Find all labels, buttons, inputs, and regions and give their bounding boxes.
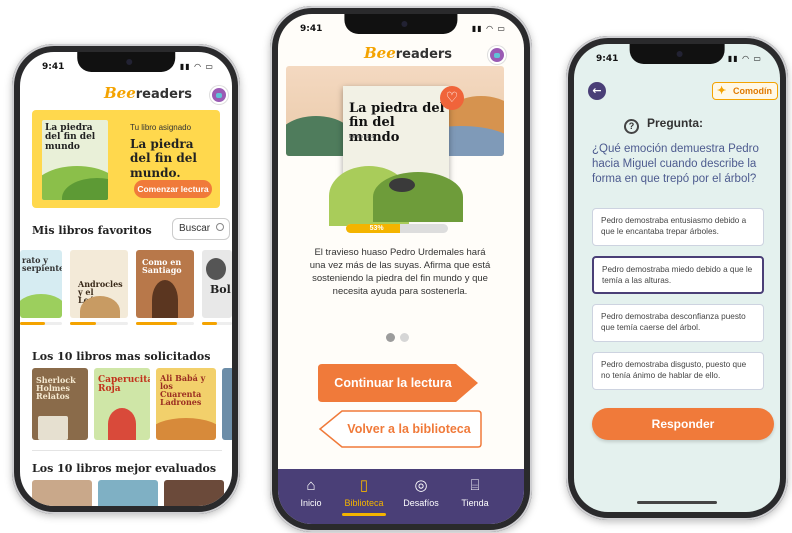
status-time: 9:41 xyxy=(596,54,619,64)
home-icon: ⌂ xyxy=(306,477,316,494)
notch xyxy=(77,52,175,72)
beereaders-logo: Beereaders xyxy=(364,44,453,62)
beereaders-logo: Beereaders xyxy=(104,84,193,102)
book-cover-author: Ramón Laval xyxy=(349,134,375,139)
quiz-screen: 9:41 ▮▮ ◠ ▭ ← ✦ Comodín ? Pregunta: ¿Qué e… xyxy=(574,44,780,512)
tab-tienda[interactable]: ⌸ Tienda xyxy=(450,477,500,508)
assigned-title: La piedra del fin del mundo. xyxy=(130,137,197,180)
answer-option[interactable]: Pedro demostraba desconfianza puesto que… xyxy=(592,304,764,342)
requested-book[interactable]: Sherlock Holmes Relatos xyxy=(32,368,88,440)
requested-book[interactable] xyxy=(222,368,232,440)
search-icon xyxy=(216,223,224,231)
most-requested-title: Los 10 libros mas solicitados xyxy=(32,350,211,363)
favorite-book[interactable]: rato y serpiente xyxy=(20,250,62,318)
book-icon: ▯ xyxy=(359,477,369,494)
notch xyxy=(629,44,725,64)
avatar[interactable] xyxy=(488,46,506,64)
assigned-book-cover[interactable]: La piedra del fin del mundo xyxy=(42,120,108,200)
phone-home: 9:41 ▮▮ ◠ ▭ Beereaders La piedra del fin… xyxy=(12,44,240,514)
signal-wifi-battery-icon: ▮▮ ◠ ▭ xyxy=(179,62,214,71)
tab-biblioteca[interactable]: ▯ Biblioteca xyxy=(339,477,389,508)
submit-answer-button[interactable]: Responder xyxy=(592,408,774,440)
rated-book[interactable] xyxy=(32,480,92,506)
requested-book[interactable]: Ali Babá y los Cuarenta Ladrones xyxy=(156,368,216,440)
answer-option[interactable]: Pedro demostraba entusiasmo debido a que… xyxy=(592,208,764,246)
book-cover[interactable]: La piedra del fin del mundo Ramón Laval xyxy=(329,86,463,226)
home-indicator xyxy=(637,501,717,504)
signal-wifi-battery-icon: ▮▮ ◠ ▭ xyxy=(727,54,762,63)
rated-book[interactable] xyxy=(164,480,224,506)
favorite-book[interactable]: Bol xyxy=(202,250,232,318)
phone-quiz: 9:41 ▮▮ ◠ ▭ ← ✦ Comodín ? Pregunta: ¿Qué e… xyxy=(566,36,788,520)
start-reading-button[interactable]: Comenzar lectura xyxy=(134,180,212,198)
rated-book[interactable] xyxy=(98,480,158,506)
reading-progress-bar: 53% xyxy=(346,224,448,233)
assigned-label: Tu libro asignado xyxy=(130,123,192,132)
target-icon: ◎ xyxy=(414,477,428,494)
favorite-progress xyxy=(70,322,128,325)
search-input[interactable]: Buscar xyxy=(172,218,230,240)
tab-inicio[interactable]: ⌂ Inicio xyxy=(286,477,336,508)
favorite-book[interactable]: Como en Santiago xyxy=(136,250,194,318)
tab-desafios[interactable]: ◎ Desafíos xyxy=(396,477,446,508)
favorite-progress xyxy=(20,322,62,325)
bottom-tab-bar: ⌂ Inicio ▯ Biblioteca ◎ Desafíos ⌸ Tiend… xyxy=(278,469,524,524)
favorite-heart-icon[interactable]: ♡ xyxy=(440,86,464,110)
best-rated-title: Los 10 libros mejor evaluados xyxy=(32,462,217,475)
status-time: 9:41 xyxy=(42,62,65,72)
phone-library: 9:41 ▮▮ ◠ ▭ Beereaders La piedra del fin… xyxy=(270,6,532,532)
status-time: 9:41 xyxy=(300,24,323,34)
signal-wifi-battery-icon: ▮▮ ◠ ▭ xyxy=(471,24,506,33)
active-tab-indicator xyxy=(342,513,386,516)
back-arrow-icon[interactable]: ← xyxy=(588,82,606,100)
favorites-title: Mis libros favoritos xyxy=(32,224,152,237)
favorite-progress xyxy=(136,322,194,325)
carousel-dot-active[interactable] xyxy=(386,333,395,342)
avatar[interactable] xyxy=(210,86,228,104)
home-screen: 9:41 ▮▮ ◠ ▭ Beereaders La piedra del fin… xyxy=(20,52,232,506)
answer-option-selected[interactable]: Pedro demostraba miedo debido a que le t… xyxy=(592,256,764,294)
continue-reading-button[interactable]: Continuar la lectura xyxy=(318,364,468,402)
notch xyxy=(344,14,458,34)
requested-book[interactable]: Caperucita Roja xyxy=(94,368,150,440)
favorite-book[interactable]: Androcles y el León xyxy=(70,250,128,318)
answer-option[interactable]: Pedro demostraba disgusto, puesto que no… xyxy=(592,352,764,390)
ticket-icon: ✦ xyxy=(717,85,727,97)
carousel-dots[interactable] xyxy=(386,327,414,346)
question-icon: ? xyxy=(624,119,639,134)
back-to-library-button[interactable]: Volver a la biblioteca xyxy=(334,410,484,448)
library-screen: 9:41 ▮▮ ◠ ▭ Beereaders La piedra del fin… xyxy=(278,14,524,524)
assigned-book-card[interactable]: La piedra del fin del mundo Tu libro asi… xyxy=(32,110,220,208)
carousel-dot[interactable] xyxy=(400,333,409,342)
book-description: El travieso huaso Pedro Urdemales hará u… xyxy=(309,247,491,297)
favorite-progress xyxy=(202,322,232,325)
question-text: ¿Qué emoción demuestra Pedro hacia Migue… xyxy=(592,143,759,185)
store-icon: ⌸ xyxy=(470,477,480,494)
wildcard-button[interactable]: ✦ Comodín xyxy=(712,82,778,100)
divider xyxy=(32,450,222,451)
question-heading: ? Pregunta: xyxy=(624,116,703,134)
